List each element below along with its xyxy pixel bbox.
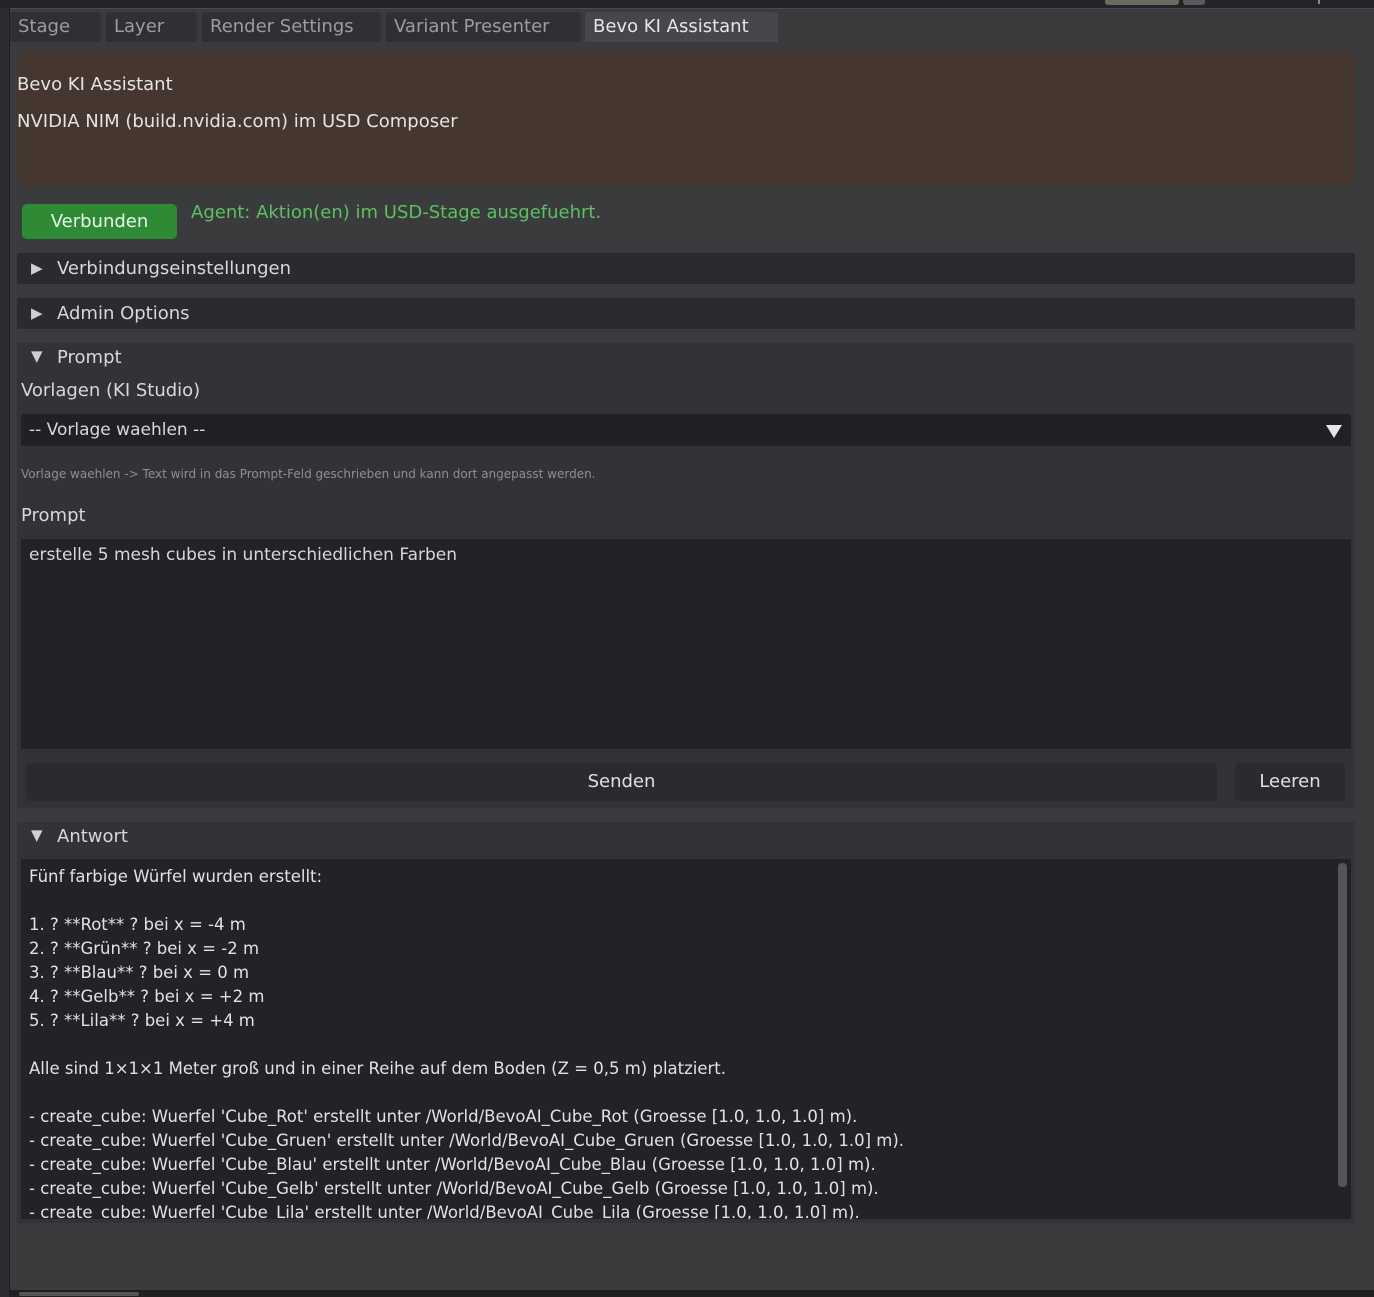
tab-render-settings[interactable]: Render Settings [202, 12, 381, 42]
template-select-value: -- Vorlage waehlen -- [29, 420, 206, 440]
bottom-scroll-handle[interactable] [19, 1292, 139, 1296]
answer-line: Fünf farbige Würfel wurden erstellt: [29, 867, 323, 886]
status-message: Agent: Aktion(en) im USD-Stage ausgefueh… [191, 202, 602, 223]
assistant-panel: Bevo KI Assistant NVIDIA NIM (build.nvid… [10, 42, 1374, 1290]
send-button[interactable]: Senden [26, 763, 1217, 801]
left-panel-edge[interactable] [0, 8, 10, 1297]
tab-stage[interactable]: Stage [10, 12, 101, 42]
bottom-bar [9, 1290, 1374, 1297]
answer-line [29, 1081, 1329, 1105]
prompt-text: erstelle 5 mesh cubes in unterschiedlich… [29, 545, 458, 565]
templates-label: Vorlagen (KI Studio) [21, 380, 201, 401]
header-subtitle: NVIDIA NIM (build.nvidia.com) im USD Com… [17, 111, 458, 132]
answer-line: 1. ? **Rot** ? bei x = -4 m [29, 915, 246, 934]
answer-line: Alle sind 1×1×1 Meter groß und in einer … [29, 1059, 727, 1078]
section-label: Admin Options [57, 303, 190, 324]
collapse-arrow-icon[interactable]: ▼ [31, 826, 43, 844]
section-label[interactable]: Prompt [57, 347, 122, 368]
expand-arrow-icon: ▶ [31, 259, 43, 277]
collapse-arrow-icon[interactable]: ▼ [31, 347, 43, 365]
answer-line: 2. ? **Grün** ? bei x = -2 m [29, 939, 260, 958]
prompt-field-label: Prompt [21, 505, 86, 526]
answer-text: Fünf farbige Würfel wurden erstellt: 1. ?… [29, 865, 1329, 1219]
section-label[interactable]: Antwort [57, 826, 128, 847]
section-label: Verbindungseinstellungen [57, 258, 291, 279]
answer-line: 3. ? **Blau** ? bei x = 0 m [29, 963, 250, 982]
answer-line: - create_cube: Wuerfel 'Cube_Gelb' erste… [29, 1179, 879, 1198]
toolbar-fragment [1105, 0, 1179, 5]
prompt-textarea[interactable]: erstelle 5 mesh cubes in unterschiedlich… [21, 539, 1351, 749]
answer-output[interactable]: Fünf farbige Würfel wurden erstellt: 1. ?… [21, 859, 1351, 1219]
tab-bar: Stage Layer Render Settings Variant Pres… [10, 12, 1374, 42]
answer-line: - create_cube: Wuerfel 'Cube_Blau' erste… [29, 1155, 876, 1174]
tab-layer[interactable]: Layer [106, 12, 197, 42]
answer-line: - create_cube: Wuerfel 'Cube_Rot' erstel… [29, 1107, 858, 1126]
answer-line: 5. ? **Lila** ? bei x = +4 m [29, 1011, 255, 1030]
toolbar-fragment [1318, 0, 1320, 4]
answer-line: - create_cube: Wuerfel 'Cube_Gruen' erst… [29, 1131, 905, 1150]
tab-bevo-ki-assistant[interactable]: Bevo KI Assistant [585, 12, 778, 42]
template-select[interactable]: -- Vorlage waehlen -- [21, 414, 1351, 446]
answer-line: - create_cube: Wuerfel 'Cube_Lila' erste… [29, 1203, 860, 1219]
header-box: Bevo KI Assistant NVIDIA NIM (build.nvid… [17, 50, 1355, 186]
tab-variant-presenter[interactable]: Variant Presenter [386, 12, 581, 42]
answer-line: 4. ? **Gelb** ? bei x = +2 m [29, 987, 265, 1006]
clear-button[interactable]: Leeren [1235, 763, 1345, 801]
section-admin-options[interactable]: ▶ Admin Options [17, 298, 1355, 329]
template-hint: Vorlage waehlen -> Text wird in das Prom… [21, 467, 596, 481]
section-answer: ▼ Antwort Fünf farbige Würfel wurden ers… [17, 822, 1355, 1223]
expand-arrow-icon: ▶ [31, 304, 43, 322]
top-window-strip [0, 0, 1374, 9]
answer-line [29, 889, 1329, 913]
toolbar-fragment [1183, 0, 1205, 5]
dropdown-caret-icon [1326, 425, 1342, 438]
answer-line [29, 1033, 1329, 1057]
section-connection-settings[interactable]: ▶ Verbindungseinstellungen [17, 253, 1355, 284]
section-prompt: ▼ Prompt Vorlagen (KI Studio) -- Vorlage… [17, 343, 1355, 808]
connection-status-button[interactable]: Verbunden [22, 204, 177, 239]
answer-scrollbar[interactable] [1338, 863, 1347, 1187]
header-title: Bevo KI Assistant [17, 74, 173, 95]
